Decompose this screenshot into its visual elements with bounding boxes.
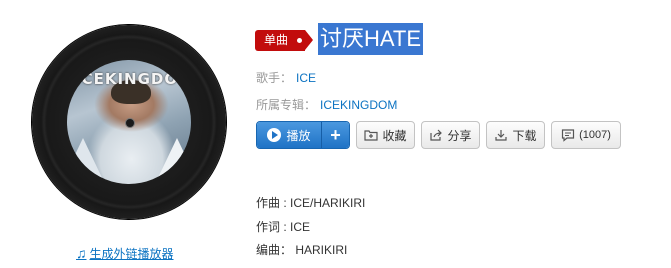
singer-label: 歌手： <box>256 71 293 85</box>
comment-icon <box>561 129 575 142</box>
play-button[interactable]: 播放 <box>257 122 321 148</box>
music-note-icon: ♫ <box>76 245 87 261</box>
add-to-playlist-button[interactable]: + <box>321 122 349 148</box>
lyricist-credit: 作词 : ICE <box>256 220 311 234</box>
album-label: 所属专辑： <box>256 98 317 112</box>
arranger-credit: 编曲： HARIKIRI <box>256 243 348 257</box>
cover-artwork-text: ICEKINGDOM <box>75 70 191 88</box>
share-label: 分享 <box>447 128 472 143</box>
comment-button[interactable]: (1007) <box>551 121 621 149</box>
singer-link[interactable]: ICE <box>296 71 316 85</box>
single-badge: 单曲 <box>255 30 313 51</box>
generate-player-link[interactable]: ♫ 生成外链播放器 <box>76 244 174 262</box>
album-link[interactable]: ICEKINGDOM <box>320 98 397 112</box>
player-link-label: 生成外链播放器 <box>89 246 174 261</box>
collect-label: 收藏 <box>382 128 407 143</box>
folder-add-icon <box>364 130 379 141</box>
download-icon <box>495 130 508 141</box>
song-title: 讨厌HATE <box>318 23 424 55</box>
single-badge-label: 单曲 <box>264 33 289 47</box>
badge-dot <box>297 38 302 43</box>
composer-credit: 作曲 : ICE/HARIKIRI <box>256 196 366 210</box>
collect-button[interactable]: 收藏 <box>356 121 415 149</box>
comment-count: (1007) <box>579 129 611 141</box>
singer-row: 歌手： ICE <box>256 69 316 86</box>
record-spindle <box>125 118 135 128</box>
play-label: 播放 <box>286 128 311 143</box>
download-button[interactable]: 下载 <box>486 121 545 149</box>
cover-mountain-left <box>67 138 105 184</box>
play-button-group: 播放 + <box>256 121 350 149</box>
download-label: 下载 <box>512 128 537 143</box>
share-button[interactable]: 分享 <box>421 121 480 149</box>
album-row: 所属专辑： ICEKINGDOM <box>256 96 397 113</box>
cover-mountain-right <box>155 138 191 184</box>
share-icon <box>430 129 443 141</box>
play-icon <box>267 128 282 142</box>
